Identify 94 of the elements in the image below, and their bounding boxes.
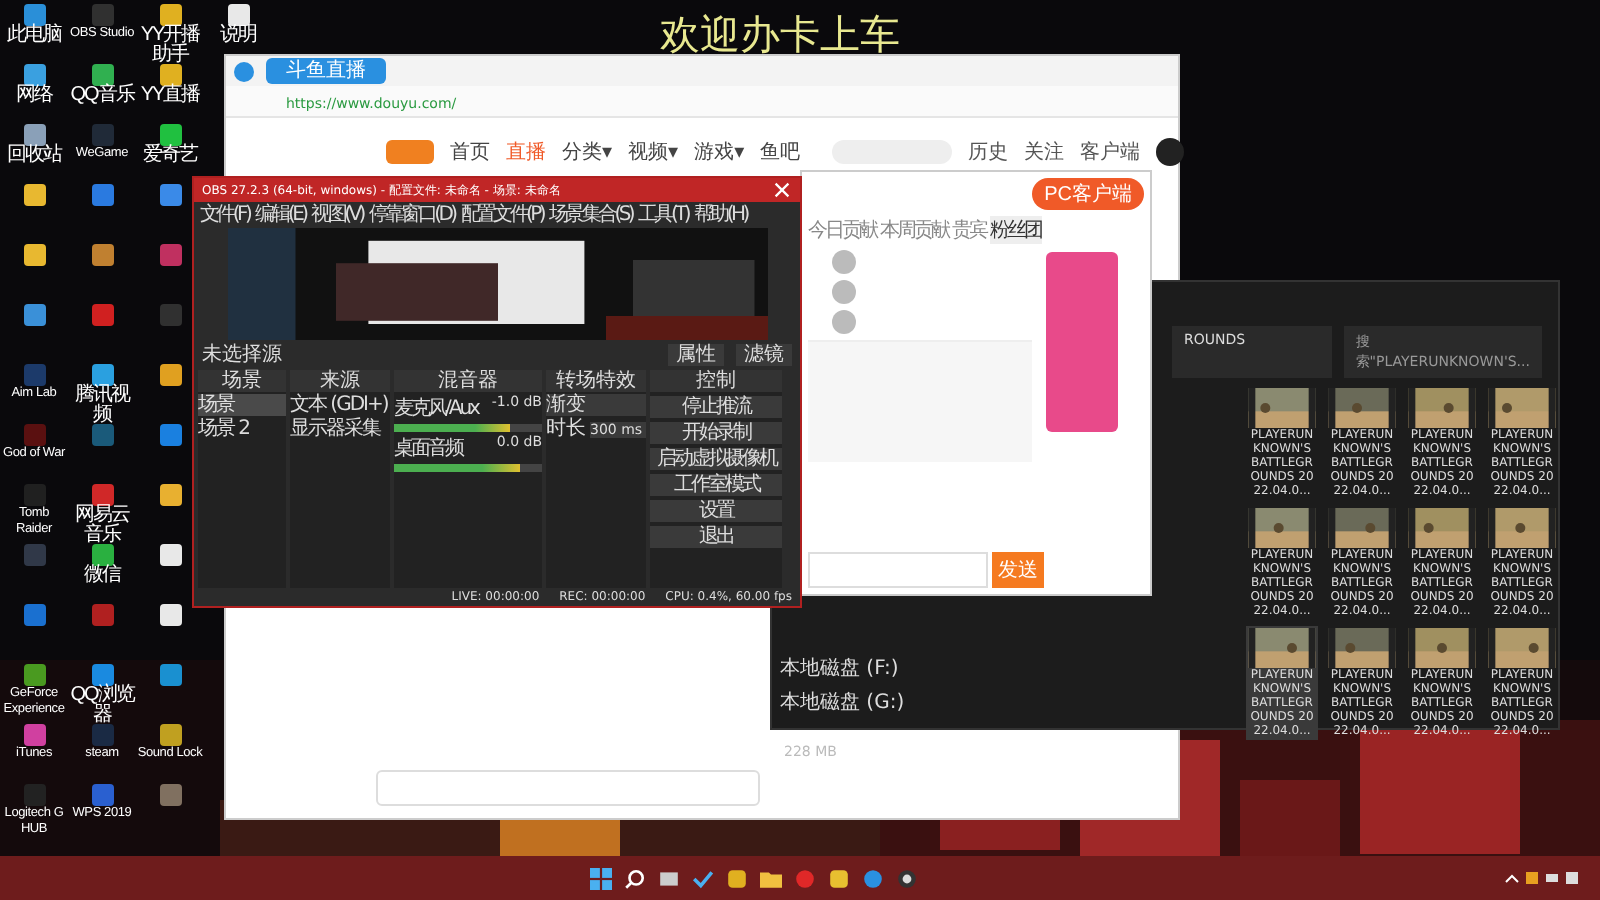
app-icon[interactable] — [828, 867, 850, 889]
app-icon[interactable] — [23, 4, 45, 26]
icon-label[interactable]: 回收站 — [0, 146, 68, 166]
menu-item[interactable]: 工具(T) — [638, 204, 688, 226]
menu-item[interactable]: 帮助(H) — [693, 204, 747, 226]
windows-start-icon[interactable] — [590, 867, 612, 889]
header-link[interactable]: 关注 — [1024, 141, 1065, 163]
app-icon[interactable] — [159, 4, 181, 26]
icon-label[interactable]: YY开播助手 — [136, 26, 204, 66]
source-item[interactable]: 显示器采集 — [290, 418, 390, 440]
header-link[interactable]: 历史 — [968, 141, 1009, 163]
app-icon[interactable] — [91, 64, 113, 86]
icon-label[interactable]: 微信 — [68, 566, 136, 586]
control-button[interactable]: 停止推流 — [650, 396, 782, 418]
chat-input-field[interactable] — [376, 770, 760, 806]
nav-link[interactable]: 分类▾ — [562, 141, 613, 163]
toolbar-button[interactable]: 滤镜 — [736, 344, 792, 366]
overlay-title: 欢迎办卡上车 — [660, 8, 900, 62]
tab[interactable]: 粉丝团 — [990, 216, 1041, 244]
transition-dropdown[interactable]: 渐变 — [546, 394, 646, 416]
menu-item[interactable]: 视图(V) — [311, 204, 363, 226]
app-icon[interactable] — [23, 244, 45, 266]
icon-label[interactable]: 网易云音乐 — [68, 506, 136, 546]
icon-label[interactable]: 网络 — [0, 86, 68, 106]
toolbar-button[interactable]: 属性 — [668, 344, 724, 366]
app-icon[interactable] — [159, 64, 181, 86]
sidebar-item[interactable]: 本地磁盘 (F:) — [780, 654, 906, 682]
icon-label[interactable]: 说明 — [204, 26, 272, 46]
app-icon[interactable] — [159, 364, 181, 386]
menu-item[interactable]: 配置文件(P) — [460, 204, 543, 226]
scene-item[interactable]: 场景 2 — [198, 418, 286, 440]
avatar[interactable] — [1156, 138, 1185, 166]
app-icon[interactable] — [227, 4, 249, 26]
app-icon[interactable] — [159, 484, 181, 506]
app-icon[interactable] — [159, 604, 181, 626]
panel-header: 控制 — [650, 370, 782, 392]
search-icon[interactable] — [624, 867, 646, 889]
panel-header: 混音器 — [394, 370, 542, 392]
channel-name: 麦克风/Aux — [394, 395, 478, 422]
avatar — [832, 310, 856, 334]
scene-item[interactable]: 场景 — [198, 394, 286, 416]
app-icon[interactable] — [23, 124, 45, 146]
app-icon[interactable] — [159, 724, 181, 746]
menu-item[interactable]: 编辑(E) — [255, 204, 306, 226]
header-link[interactable]: 客户端 — [1080, 141, 1141, 163]
icon-label[interactable]: 爱奇艺 — [136, 146, 204, 166]
close-icon[interactable] — [772, 180, 792, 200]
control-button[interactable]: 设置 — [650, 500, 782, 522]
app-icon[interactable] — [23, 64, 45, 86]
channel-name: 桌面音频 — [394, 435, 462, 462]
icon-label[interactable]: 腾讯视频 — [68, 386, 136, 426]
nav-link[interactable]: 游戏▾ — [694, 141, 745, 163]
source-item[interactable]: 文本 (GDI+) — [290, 394, 390, 416]
avatar — [832, 280, 856, 304]
app-icon[interactable] — [91, 664, 113, 686]
app-icon[interactable] — [91, 364, 113, 386]
task-view-icon[interactable] — [658, 867, 680, 889]
app-icon[interactable] — [23, 184, 45, 206]
control-button[interactable]: 工作室模式 — [650, 474, 782, 496]
folder-icon[interactable] — [760, 867, 782, 889]
nav-link[interactable]: 视频▾ — [628, 141, 679, 163]
menu-item[interactable]: 场景集合(S) — [548, 204, 633, 226]
icon-label[interactable]: QQ音乐 — [68, 86, 136, 106]
tab[interactable]: 今日贡献 — [808, 216, 876, 244]
app-icon[interactable] — [91, 484, 113, 506]
panel-header: 来源 — [290, 370, 390, 392]
app-icon[interactable] — [91, 244, 113, 266]
menu-item[interactable]: 文件(F) — [200, 204, 250, 226]
control-button[interactable]: 开始录制 — [650, 422, 782, 444]
message-field[interactable] — [808, 552, 988, 588]
panel-header: 转场特效 — [546, 370, 646, 392]
app-icon[interactable] — [159, 544, 181, 566]
field-label: 时长 — [546, 418, 586, 440]
app-icon[interactable] — [23, 304, 45, 326]
menu-item[interactable]: 停靠窗口(D) — [368, 204, 455, 226]
icon-label[interactable]: 此电脑 — [0, 26, 68, 46]
tray-icons[interactable] — [1504, 868, 1584, 888]
tab[interactable]: 贵宾 — [952, 216, 986, 244]
checkmark-icon[interactable] — [692, 867, 714, 889]
icon-label[interactable]: YY直播 — [136, 86, 204, 106]
tab[interactable]: 本周贡献 — [880, 216, 948, 244]
app-icon[interactable] — [896, 867, 918, 889]
sidebar-item[interactable]: 本地磁盘 (G:) — [780, 688, 906, 716]
app-icon[interactable] — [91, 544, 113, 566]
nav-link[interactable]: 鱼吧 — [760, 141, 801, 163]
avatar — [832, 250, 856, 274]
control-button[interactable]: 启动虚拟摄像机 — [650, 448, 782, 470]
icon-label[interactable]: QQ浏览器 — [68, 686, 136, 726]
nav-link[interactable]: 首页 — [450, 141, 490, 163]
status-text: 未选择源 — [202, 344, 284, 366]
control-button[interactable]: 退出 — [650, 526, 782, 548]
browser-icon[interactable] — [862, 867, 884, 889]
panel-header: 场景 — [198, 370, 286, 392]
app-icon[interactable] — [159, 124, 181, 146]
